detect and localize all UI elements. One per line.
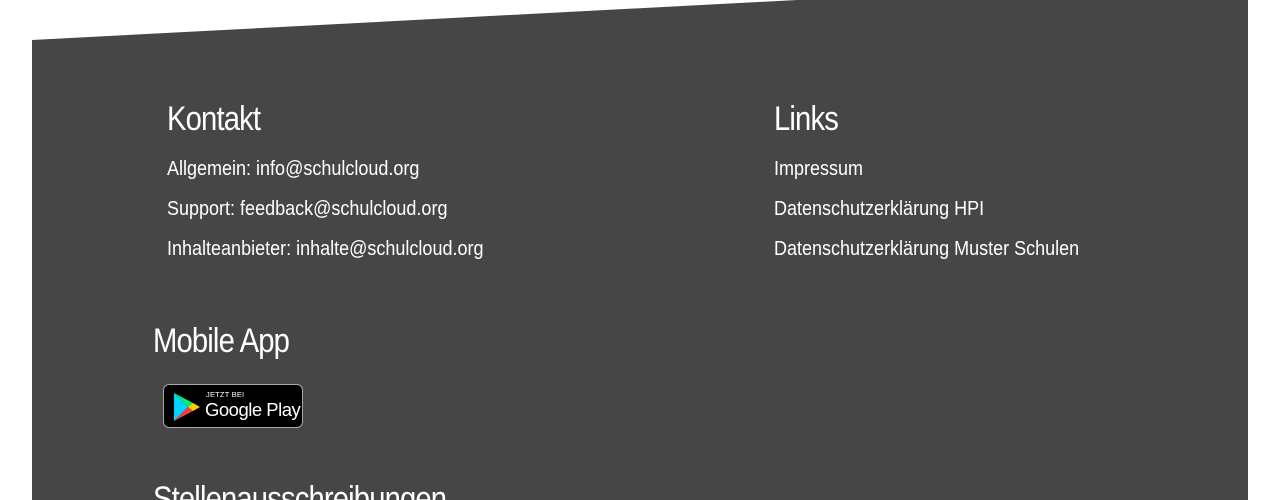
links-heading: Links <box>774 100 839 138</box>
jobs-heading: Stellenausschreibungen <box>153 480 447 500</box>
footer: Kontakt Allgemein: info@schulcloud.org S… <box>32 0 1248 500</box>
contact-content-label: Inhalteanbieter: <box>167 238 297 260</box>
google-play-badge[interactable]: JETZT BEI Google Play <box>163 384 303 428</box>
links-item: Datenschutzerklärung HPI <box>774 197 1079 237</box>
contact-support-email-link[interactable]: feedback@schulcloud.org <box>240 198 447 220</box>
impressum-link[interactable]: Impressum <box>774 158 863 180</box>
badge-small-text: JETZT BEI <box>206 390 245 399</box>
contact-general-email-link[interactable]: info@schulcloud.org <box>256 158 419 180</box>
links-item: Datenschutzerklärung Muster Schulen <box>774 237 1079 277</box>
privacy-hpi-link[interactable]: Datenschutzerklärung HPI <box>774 198 984 220</box>
page: Kontakt Allgemein: info@schulcloud.org S… <box>0 0 1280 500</box>
privacy-schools-link[interactable]: Datenschutzerklärung Muster Schulen <box>774 238 1079 260</box>
links-item: Impressum <box>774 157 1079 197</box>
contact-content-email-link[interactable]: inhalte@schulcloud.org <box>296 238 483 260</box>
badge-big-text: Google Play <box>205 399 301 420</box>
mobile-app-heading: Mobile App <box>153 322 290 360</box>
links-list: Impressum Datenschutzerklärung HPI Daten… <box>774 157 1113 277</box>
contact-support-label: Support: <box>167 198 241 220</box>
contact-item-content-providers: Inhalteanbieter: inhalte@schulcloud.org <box>167 237 483 277</box>
contact-heading: Kontakt <box>167 100 261 138</box>
contact-item-support: Support: feedback@schulcloud.org <box>167 197 483 237</box>
google-play-icon <box>174 393 200 421</box>
contact-general-label: Allgemein: <box>167 158 257 180</box>
contact-item-general: Allgemein: info@schulcloud.org <box>167 157 483 197</box>
contact-list: Allgemein: info@schulcloud.org Support: … <box>167 157 519 277</box>
